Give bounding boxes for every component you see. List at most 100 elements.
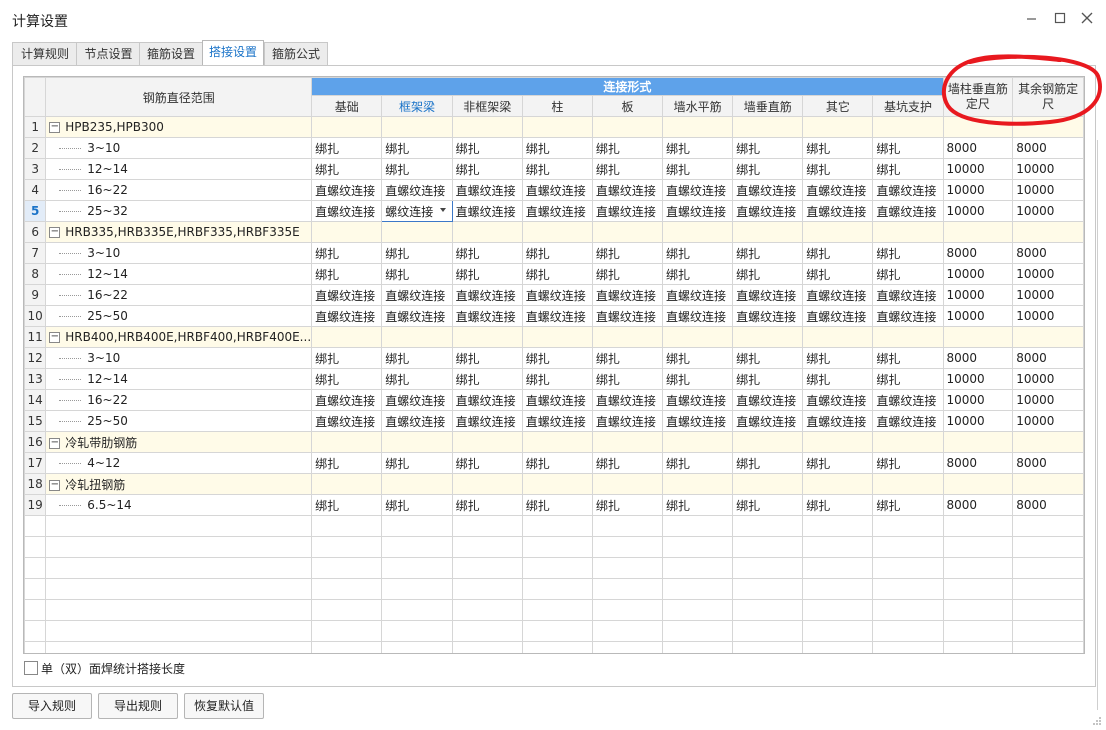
collapse-icon[interactable]: −	[49, 227, 61, 238]
connection-cell[interactable]: 绑扎	[381, 137, 453, 159]
range-cell[interactable]: 4~12	[45, 452, 313, 474]
connection-cell[interactable]: 绑扎	[802, 368, 874, 390]
connection-cell[interactable]: 绑扎	[311, 452, 383, 474]
connection-cell[interactable]: 直螺纹连接	[872, 284, 944, 306]
connection-cell[interactable]	[662, 473, 734, 495]
connection-cell[interactable]	[802, 326, 874, 348]
connection-cell[interactable]: 绑扎	[802, 452, 874, 474]
connection-cell[interactable]: 绑扎	[591, 494, 664, 516]
group-row[interactable]: 18− 冷轧扭钢筋	[24, 473, 1084, 495]
connection-cell[interactable]: 绑扎	[381, 242, 453, 264]
connection-cell[interactable]: 绑扎	[591, 137, 664, 159]
connection-cell[interactable]	[381, 221, 453, 243]
connection-cell[interactable]: 绑扎	[451, 242, 523, 264]
connection-cell[interactable]: 绑扎	[311, 368, 383, 390]
connection-cell[interactable]: 绑扎	[802, 137, 874, 159]
range-cell[interactable]: 25~32	[45, 200, 313, 222]
other-length-cell[interactable]: 10000	[1012, 179, 1084, 201]
wall-length-cell[interactable]: 8000	[942, 347, 1014, 369]
row-number[interactable]: 9	[24, 284, 47, 306]
connection-cell[interactable]: 绑扎	[662, 494, 734, 516]
connection-cell[interactable]: 绑扎	[381, 452, 453, 474]
connection-cell[interactable]	[521, 431, 593, 453]
wall-length-cell[interactable]: 10000	[942, 284, 1014, 306]
connection-cell[interactable]: 绑扎	[802, 158, 874, 180]
connection-cell[interactable]	[802, 431, 874, 453]
connection-cell[interactable]: 绑扎	[521, 263, 593, 285]
connection-cell[interactable]	[872, 431, 944, 453]
row-number[interactable]: 11	[24, 326, 47, 348]
connection-cell[interactable]	[662, 431, 734, 453]
connection-cell[interactable]	[802, 473, 874, 495]
connection-cell[interactable]: 直螺纹连接	[662, 284, 734, 306]
connection-cell[interactable]: 直螺纹连接	[732, 305, 804, 327]
connection-cell[interactable]	[872, 326, 944, 348]
connection-cell[interactable]: 绑扎	[662, 263, 734, 285]
range-cell[interactable]: 3~10	[45, 347, 313, 369]
connection-cell[interactable]	[872, 473, 944, 495]
connection-cell[interactable]: 绑扎	[381, 494, 453, 516]
connection-cell[interactable]: 绑扎	[521, 494, 593, 516]
connection-cell[interactable]: 绑扎	[591, 452, 664, 474]
other-length-cell[interactable]	[1012, 116, 1084, 138]
row-number[interactable]: 18	[24, 473, 47, 495]
connection-cell[interactable]: 绑扎	[872, 368, 944, 390]
connection-cell[interactable]: 绑扎	[521, 347, 593, 369]
table-row[interactable]: 15 25~50 直螺纹连接 直螺纹连接 直螺纹连接 直螺纹连接 直螺纹连接 直螺纹连接 直螺纹…	[24, 410, 1084, 432]
connection-cell[interactable]: 直螺纹连接	[521, 389, 593, 411]
connection-cell[interactable]: 直螺纹连接	[451, 389, 523, 411]
connection-cell[interactable]: 绑扎	[732, 158, 804, 180]
connection-cell[interactable]: 直螺纹连接	[381, 305, 453, 327]
other-length-cell[interactable]: 10000	[1012, 263, 1084, 285]
connection-cell[interactable]: 直螺纹连接	[872, 410, 944, 432]
connection-cell[interactable]: 直螺纹连接	[872, 389, 944, 411]
resize-grip-icon[interactable]	[1092, 716, 1102, 726]
range-cell[interactable]: − HRB400,HRB400E,HRBF400,HRBF400E...	[45, 326, 313, 348]
connection-cell[interactable]	[311, 116, 383, 138]
connection-cell[interactable]	[521, 221, 593, 243]
row-number[interactable]: 2	[24, 137, 47, 159]
connection-cell[interactable]: 直螺纹连接	[311, 284, 383, 306]
wall-length-cell[interactable]: 10000	[942, 263, 1014, 285]
collapse-icon[interactable]: −	[49, 437, 61, 449]
row-number[interactable]: 10	[24, 305, 47, 327]
connection-cell[interactable]: 直螺纹连接	[802, 410, 874, 432]
connection-cell[interactable]	[451, 431, 523, 453]
connection-cell[interactable]: 绑扎	[872, 452, 944, 474]
table-row[interactable]: 4 16~22 直螺纹连接 直螺纹连接 直螺纹连接 直螺纹连接 直螺纹连接 直螺纹连接 直螺纹连…	[24, 179, 1084, 201]
connection-cell[interactable]	[381, 473, 453, 495]
wall-length-cell[interactable]	[942, 473, 1014, 495]
connection-cell[interactable]	[591, 431, 664, 453]
connection-cell[interactable]: 绑扎	[381, 368, 453, 390]
range-cell[interactable]: − 冷轧带肋钢筋	[45, 431, 313, 453]
table-row[interactable]: 12 3~10 绑扎 绑扎 绑扎 绑扎 绑扎 绑扎 绑扎 绑扎 绑扎 8000 8000	[24, 347, 1084, 369]
connection-cell[interactable]	[451, 221, 523, 243]
connection-cell[interactable]: 绑扎	[732, 494, 804, 516]
connection-cell[interactable]	[451, 116, 523, 138]
collapse-icon[interactable]: −	[49, 122, 61, 133]
other-length-cell[interactable]	[1012, 326, 1084, 348]
range-cell[interactable]: 3~10	[45, 242, 313, 264]
table-row[interactable]: 2 3~10 绑扎 绑扎 绑扎 绑扎 绑扎 绑扎 绑扎 绑扎 绑扎 8000 8000	[24, 137, 1084, 159]
connection-cell[interactable]: 直螺纹连接	[732, 389, 804, 411]
connection-cell[interactable]: 绑扎	[521, 137, 593, 159]
tab-node-settings[interactable]: 节点设置	[76, 42, 141, 65]
connection-cell[interactable]: 直螺纹连接	[872, 305, 944, 327]
wall-length-cell[interactable]	[942, 221, 1014, 243]
other-length-cell[interactable]	[1012, 431, 1084, 453]
wall-length-cell[interactable]: 10000	[942, 305, 1014, 327]
connection-cell[interactable]: 绑扎	[381, 158, 453, 180]
connection-cell[interactable]	[662, 116, 734, 138]
weld-length-checkbox[interactable]	[24, 661, 38, 675]
connection-cell[interactable]: 直螺纹连接	[662, 410, 734, 432]
range-cell[interactable]: 6.5~14	[45, 494, 313, 516]
connection-cell[interactable]: 直螺纹连接	[591, 200, 664, 222]
other-length-cell[interactable]: 8000	[1012, 137, 1084, 159]
other-length-cell[interactable]	[1012, 221, 1084, 243]
dropdown-arrow-icon[interactable]	[439, 208, 446, 212]
other-length-cell[interactable]: 10000	[1012, 368, 1084, 390]
connection-cell[interactable]: 绑扎	[311, 494, 383, 516]
connection-cell[interactable]: 直螺纹连接	[732, 284, 804, 306]
connection-cell[interactable]	[381, 431, 453, 453]
tab-calc-rules[interactable]: 计算规则	[12, 42, 78, 65]
